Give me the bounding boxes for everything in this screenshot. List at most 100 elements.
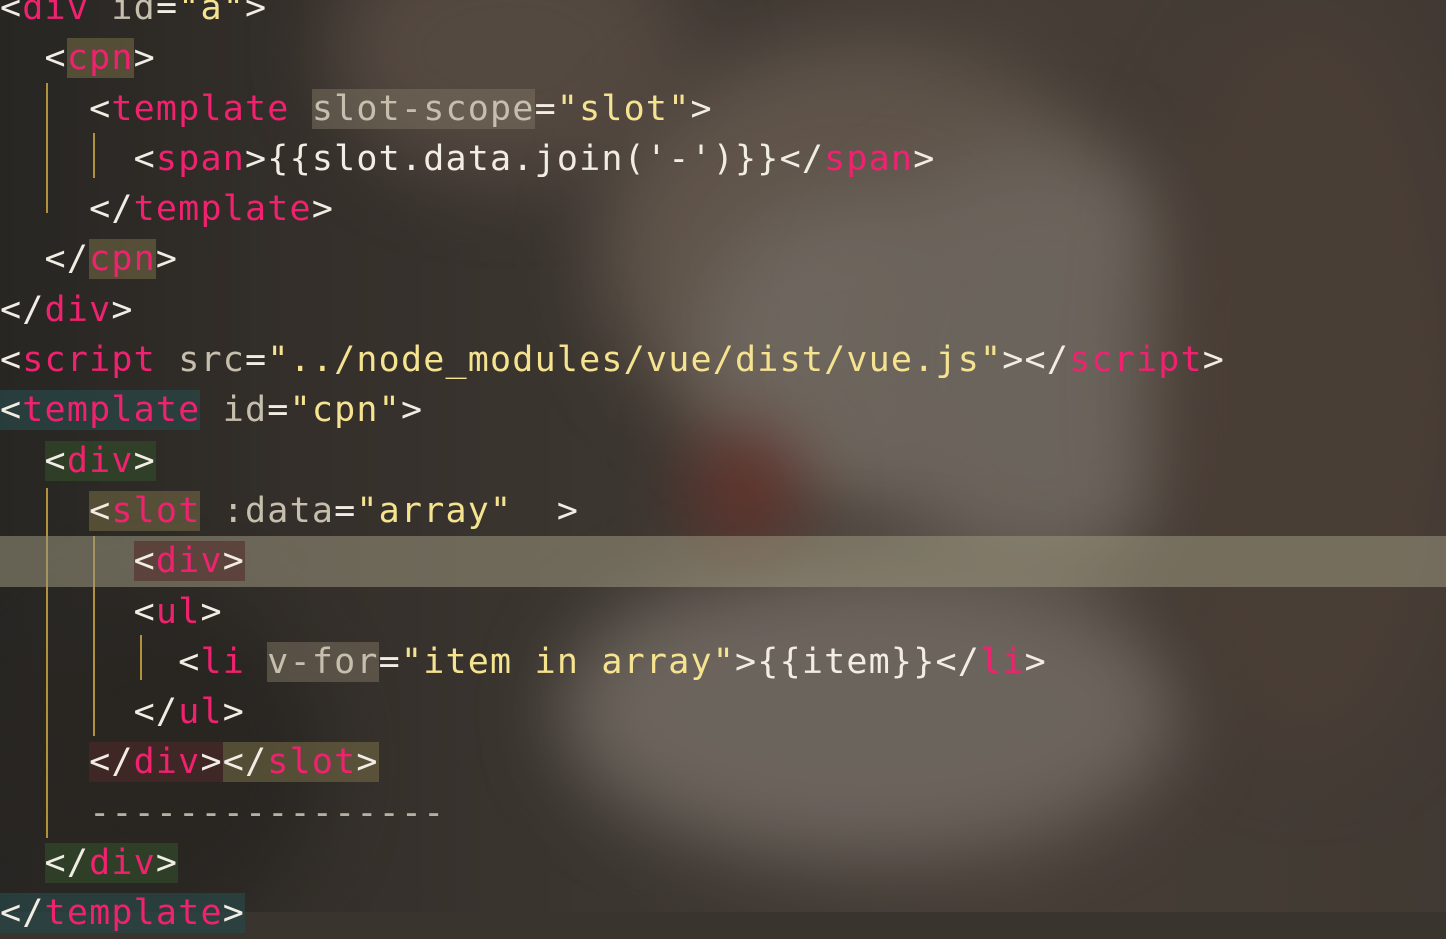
- code-token: =: [334, 490, 357, 531]
- code-token: "a": [178, 0, 246, 28]
- code-token: </: [779, 138, 825, 179]
- code-line[interactable]: <div>: [0, 436, 1446, 486]
- code-token: div: [89, 843, 156, 884]
- code-token: >: [400, 390, 424, 431]
- code-token: div: [44, 289, 112, 330]
- code-token: v-for: [267, 641, 379, 682]
- code-token: ----------------: [89, 792, 446, 833]
- code-line[interactable]: <template id="cpn">: [0, 385, 1446, 435]
- code-line[interactable]: </div>: [0, 838, 1446, 888]
- code-token: >: [245, 0, 268, 28]
- code-line[interactable]: <ul>: [0, 587, 1446, 637]
- code-token: >: [1202, 340, 1226, 381]
- code-token: <: [133, 591, 156, 632]
- code-token: >: [155, 239, 179, 280]
- code-token: span: [155, 138, 246, 179]
- code-token: script: [1069, 340, 1203, 381]
- code-line[interactable]: <div id="a">: [0, 0, 1446, 33]
- code-token: <: [178, 641, 201, 682]
- code-line[interactable]: <cpn>: [0, 33, 1446, 83]
- code-token: slot-scope: [311, 88, 535, 129]
- code-token: cpn: [66, 38, 134, 79]
- code-token: "cpn": [289, 390, 401, 431]
- code-token: <: [44, 440, 67, 481]
- code-token: >: [913, 138, 936, 179]
- code-line[interactable]: <div>: [0, 536, 1446, 587]
- code-line[interactable]: ----------------: [0, 788, 1446, 838]
- code-token: </: [44, 239, 90, 280]
- code-token: >: [1024, 641, 1047, 682]
- code-token: slot: [111, 490, 201, 531]
- code-line[interactable]: <li v-for="item in array">{{item}}</li>: [0, 637, 1446, 687]
- code-token: <: [44, 38, 67, 79]
- code-token: =: [378, 641, 401, 682]
- code-token: </: [0, 289, 45, 330]
- code-token: </: [89, 189, 134, 230]
- code-token: </: [222, 742, 268, 783]
- code-token: </: [0, 893, 45, 934]
- code-token: "../node_modules/vue/dist/vue.js": [267, 340, 1003, 381]
- code-token: <: [89, 88, 112, 129]
- code-line[interactable]: </div>: [0, 285, 1446, 335]
- code-token: id: [111, 0, 156, 28]
- code-token: :data: [222, 490, 335, 531]
- code-token: div: [66, 440, 134, 481]
- code-line[interactable]: <template slot-scope="slot">: [0, 84, 1446, 134]
- code-token: >: [200, 742, 223, 783]
- code-token: >: [222, 893, 246, 934]
- code-token: =: [155, 0, 179, 28]
- code-token: >: [690, 88, 713, 129]
- code-token: >: [245, 138, 268, 179]
- code-line[interactable]: </div></slot>: [0, 737, 1446, 787]
- code-token: >: [200, 591, 223, 632]
- code-token: <: [0, 340, 23, 381]
- code-token: div: [22, 0, 90, 28]
- code-line[interactable]: </cpn>: [0, 234, 1446, 284]
- code-token: {{slot.data.join('-')}}: [267, 138, 780, 179]
- code-token: <: [0, 0, 23, 28]
- code-token: ul: [178, 692, 223, 733]
- code-line[interactable]: </template>: [0, 888, 1446, 938]
- code-token: cpn: [89, 239, 156, 280]
- code-token: <: [0, 390, 23, 431]
- code-token: >: [222, 541, 246, 582]
- code-token: template: [111, 88, 290, 129]
- code-line[interactable]: <slot :data="array" >: [0, 486, 1446, 536]
- code-token: <: [133, 541, 156, 582]
- code-token: template: [133, 189, 312, 230]
- code-token: <: [133, 138, 156, 179]
- code-editor[interactable]: <div id="a"> <cpn> <template slot-scope=…: [0, 0, 1446, 939]
- code-token: >: [111, 289, 134, 330]
- code-token: >: [356, 742, 379, 783]
- code-token: "slot": [556, 88, 691, 129]
- code-token: >: [133, 440, 156, 481]
- code-line[interactable]: </ul>: [0, 687, 1446, 737]
- code-token: li: [200, 641, 246, 682]
- code-token: >: [222, 692, 246, 733]
- code-token: </: [133, 692, 179, 733]
- code-line[interactable]: </template>: [0, 184, 1446, 234]
- code-token: >: [512, 490, 580, 531]
- code-token: div: [155, 541, 223, 582]
- code-token: {{item}}: [757, 641, 936, 682]
- code-line[interactable]: <span>{{slot.data.join('-')}}</span>: [0, 134, 1446, 184]
- code-token: >: [311, 189, 335, 230]
- code-token: "array": [356, 490, 513, 531]
- code-line[interactable]: <script src="../node_modules/vue/dist/vu…: [0, 335, 1446, 385]
